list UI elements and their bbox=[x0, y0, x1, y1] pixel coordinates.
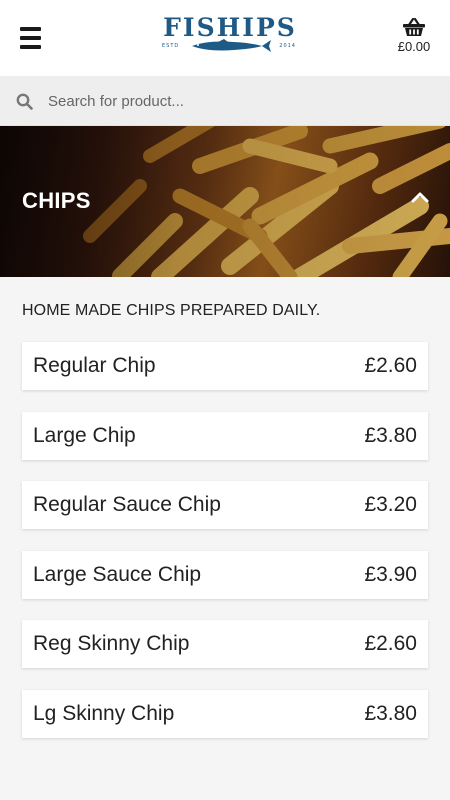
product-price: £3.80 bbox=[364, 701, 417, 725]
category-description: HOME MADE CHIPS PREPARED DAILY. bbox=[22, 302, 321, 319]
menu-icon[interactable] bbox=[20, 27, 41, 49]
product-name: Lg Skinny Chip bbox=[33, 701, 175, 725]
product-name: Reg Skinny Chip bbox=[33, 632, 190, 656]
product-name: Large Sauce Chip bbox=[33, 562, 202, 586]
logo-year: 2014 bbox=[279, 43, 296, 49]
product-item[interactable]: Regular Chip £2.60 bbox=[22, 342, 428, 390]
search-bar bbox=[0, 76, 450, 126]
category-banner[interactable]: CHIPS bbox=[0, 126, 450, 277]
product-price: £2.60 bbox=[364, 632, 417, 656]
logo[interactable]: FISHIPS ESTD 2014 bbox=[150, 14, 310, 56]
category-title: CHIPS bbox=[22, 188, 91, 213]
logo-est: ESTD bbox=[162, 43, 180, 49]
product-price: £2.60 bbox=[364, 354, 417, 377]
header: FISHIPS ESTD 2014 £0.00 bbox=[0, 0, 450, 76]
fish-icon bbox=[192, 39, 271, 52]
product-item[interactable]: Regular Sauce Chip £3.20 bbox=[22, 481, 428, 530]
logo-text: FISHIPS bbox=[163, 13, 297, 42]
chevron-up-icon[interactable] bbox=[411, 192, 429, 203]
search-icon bbox=[16, 93, 33, 110]
product-item[interactable]: Large Chip £3.80 bbox=[22, 411, 428, 460]
product-name: Regular Chip bbox=[33, 354, 156, 377]
product-price: £3.90 bbox=[364, 562, 417, 586]
product-price: £3.80 bbox=[364, 423, 417, 447]
product-item[interactable]: Lg Skinny Chip £3.80 bbox=[22, 689, 428, 738]
product-price: £3.20 bbox=[364, 493, 417, 517]
basket-icon bbox=[403, 18, 425, 36]
product-item[interactable]: Large Sauce Chip £3.90 bbox=[22, 550, 428, 599]
cart-total: £0.00 bbox=[397, 39, 431, 54]
cart-button[interactable]: £0.00 bbox=[394, 18, 434, 60]
product-item[interactable]: Reg Skinny Chip £2.60 bbox=[22, 620, 428, 669]
product-name: Large Chip bbox=[33, 423, 136, 447]
search-input[interactable] bbox=[48, 88, 428, 114]
product-list: Regular Chip £2.60 Large Chip £3.80 Regu… bbox=[22, 342, 428, 760]
product-name: Regular Sauce Chip bbox=[33, 493, 221, 517]
